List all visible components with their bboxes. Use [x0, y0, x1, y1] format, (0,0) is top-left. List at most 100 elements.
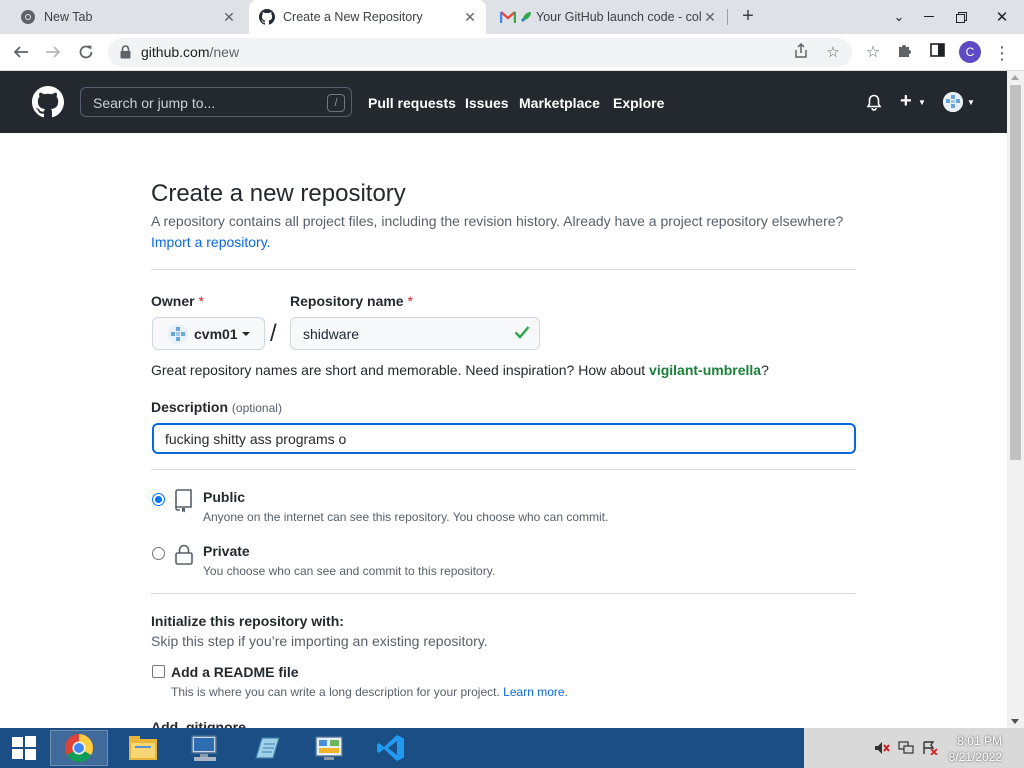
notepad-icon	[255, 737, 280, 759]
tab-separator	[727, 9, 728, 25]
add-readme-label[interactable]: Add a README file	[171, 664, 299, 680]
public-radio[interactable]	[152, 493, 165, 506]
add-readme-checkbox[interactable]	[152, 665, 165, 678]
lock-icon	[175, 544, 193, 570]
windows-logo-icon	[12, 736, 36, 760]
network-icon[interactable]	[898, 741, 914, 755]
chevron-down-icon[interactable]: ▼	[918, 98, 926, 107]
star-icon[interactable]: ☆	[862, 42, 884, 64]
profile-avatar[interactable]: C	[959, 41, 981, 63]
tab-title: New Tab	[44, 10, 93, 24]
initialize-heading: Initialize this repository with:	[151, 613, 344, 629]
tab-search-chevron-icon[interactable]: ⌄	[882, 0, 916, 34]
check-icon	[514, 325, 530, 344]
side-panel-icon[interactable]	[926, 42, 948, 64]
repository-name-hint: Great repository names are short and mem…	[151, 362, 769, 378]
scroll-up-arrow-icon[interactable]	[1011, 75, 1019, 80]
github-icon	[259, 9, 275, 25]
taskbar-chrome[interactable]	[50, 730, 108, 766]
clock-date: 8/21/2022	[948, 750, 1002, 764]
tab-gmail[interactable]: Your GitHub launch code - col ✕	[490, 0, 726, 34]
taskbar-control-panel[interactable]	[300, 730, 358, 766]
scrollbar-thumb[interactable]	[1010, 85, 1021, 460]
tab-new-tab[interactable]: New Tab ✕	[0, 0, 245, 34]
chevron-down-icon	[241, 331, 250, 336]
initialize-subtext: Skip this step if you’re importing an ex…	[151, 633, 488, 649]
taskbar-clock[interactable]: 8:01 PM 8/21/2022	[949, 733, 1002, 765]
vscode-icon	[377, 735, 404, 761]
owner-label: Owner *	[151, 293, 204, 309]
nav-pull-requests[interactable]: Pull requests	[368, 95, 456, 111]
gmail-icon	[500, 9, 516, 25]
extensions-icon[interactable]	[894, 42, 916, 64]
learn-more-link[interactable]: Learn more.	[503, 685, 568, 699]
tab-title: Create a New Repository	[283, 10, 423, 24]
divider	[151, 593, 856, 594]
windows-taskbar: 8:01 PM 8/21/2022	[0, 728, 1024, 768]
lead-text: A repository contains all project files,…	[151, 213, 844, 229]
github-search-input[interactable]: Search or jump to... /	[80, 87, 352, 117]
owner-select-button[interactable]: cvm01	[152, 317, 265, 350]
repository-name-input[interactable]	[290, 317, 540, 350]
reload-button[interactable]	[73, 39, 99, 65]
forward-button[interactable]	[40, 39, 66, 65]
public-option-desc: Anyone on the internet can see this repo…	[203, 510, 609, 524]
back-button[interactable]	[8, 39, 34, 65]
taskbar-vscode[interactable]	[362, 730, 420, 766]
restore-button[interactable]	[944, 0, 978, 34]
divider	[151, 269, 856, 270]
search-placeholder: Search or jump to...	[93, 95, 216, 111]
owner-repo-separator: /	[270, 320, 277, 347]
page-lead: A repository contains all project files,…	[151, 211, 871, 253]
speaker-muted-icon[interactable]	[874, 741, 890, 755]
windows-start-button[interactable]	[0, 728, 48, 768]
bookmark-star-icon[interactable]: ☆	[823, 43, 843, 63]
import-repository-link[interactable]: Import a repository.	[151, 234, 271, 250]
description-label: Description (optional)	[151, 399, 282, 415]
close-icon[interactable]: ✕	[702, 9, 718, 25]
chrome-icon	[65, 734, 93, 762]
owner-avatar-icon	[168, 323, 188, 344]
minimize-button[interactable]	[912, 0, 946, 34]
clock-time: 8:01 PM	[957, 734, 1002, 748]
repository-name-label: Repository name *	[290, 293, 413, 309]
scroll-down-arrow-icon[interactable]	[1011, 719, 1019, 724]
file-explorer-icon	[129, 736, 157, 760]
private-option-desc: You choose who can see and commit to thi…	[203, 564, 496, 578]
taskbar-remote-desktop[interactable]	[176, 730, 234, 766]
kebab-menu-icon[interactable]: ⋮	[991, 42, 1013, 64]
action-center-flag-icon[interactable]	[922, 741, 938, 756]
close-icon[interactable]: ✕	[221, 9, 237, 25]
create-new-plus-icon[interactable]: +	[900, 91, 912, 111]
tab-create-repository[interactable]: Create a New Repository ✕	[249, 0, 486, 34]
divider	[151, 469, 856, 470]
lock-icon[interactable]	[120, 45, 131, 64]
address-bar[interactable]: github.com/new ☆	[108, 38, 852, 67]
owner-name: cvm01	[194, 325, 238, 342]
notifications-bell-icon[interactable]	[866, 94, 882, 116]
close-window-button[interactable]: ✕	[980, 0, 1024, 34]
tab-title: Your GitHub launch code - col	[536, 10, 702, 24]
url-text: github.com/new	[141, 44, 240, 60]
page-scrollbar[interactable]	[1007, 71, 1024, 728]
github-logo-icon[interactable]	[32, 86, 64, 123]
chevron-down-icon[interactable]: ▼	[967, 98, 975, 107]
github-header: Search or jump to... / Pull requests Iss…	[0, 71, 1007, 133]
add-readme-desc: This is where you can write a long descr…	[171, 685, 568, 699]
new-repository-form: Create a new repository A repository con…	[0, 133, 1007, 728]
taskbar-notepad[interactable]	[238, 730, 296, 766]
browser-tab-strip: New Tab ✕ Create a New Repository ✕ Your…	[0, 0, 1024, 34]
nav-issues[interactable]: Issues	[465, 95, 509, 111]
share-icon[interactable]	[791, 42, 811, 63]
private-radio[interactable]	[152, 547, 165, 560]
new-tab-button[interactable]: +	[737, 6, 759, 28]
nav-marketplace[interactable]: Marketplace	[519, 95, 600, 111]
nav-explore[interactable]: Explore	[613, 95, 664, 111]
name-suggestion-link[interactable]: vigilant-umbrella	[649, 362, 761, 378]
add-gitignore-heading: Add .gitignore	[151, 719, 246, 728]
rocket-icon	[520, 9, 532, 25]
description-input[interactable]	[152, 423, 856, 454]
taskbar-file-explorer[interactable]	[114, 730, 172, 766]
close-icon[interactable]: ✕	[462, 9, 478, 25]
user-avatar[interactable]	[943, 92, 963, 112]
